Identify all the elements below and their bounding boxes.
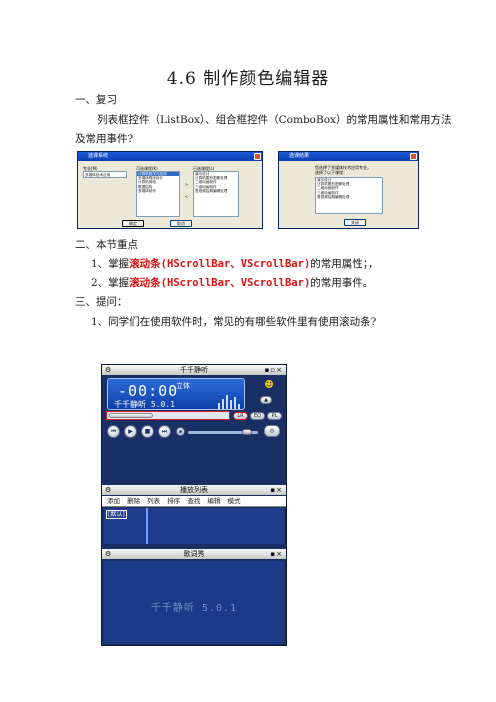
point-text: 1、掌握 bbox=[91, 258, 130, 270]
volume-thumb[interactable] bbox=[242, 429, 252, 435]
course-select-dialog: 选课系统 专业(M) 多媒体技术应用 可选课程(K) 计算机数学与应用 多媒体程… bbox=[77, 151, 263, 229]
gear-icon[interactable]: ⚙ bbox=[105, 549, 111, 559]
lyric-text: 千千静听 5.0.1 bbox=[150, 603, 238, 614]
question-1: 1、同学们在使用软件时，常见的有哪些软件里有使用滚动条? bbox=[91, 316, 377, 328]
menu-item[interactable]: 模式 bbox=[227, 496, 240, 507]
menu-item[interactable]: 删除 bbox=[127, 496, 140, 507]
time-readout: -00:00 bbox=[118, 382, 179, 400]
course-result-dialog: 选课结果 您选择了多媒体技术应用专业， 选择了以下课程： 演示设计 计算机图形图… bbox=[278, 151, 419, 229]
window-controls-icon[interactable]: ▪× bbox=[270, 485, 283, 495]
close-icon[interactable] bbox=[254, 153, 261, 160]
dialog-titlebar: 选课结果 bbox=[279, 152, 418, 161]
lyric-title: 歌词秀 bbox=[183, 550, 205, 558]
mute-icon[interactable]: ◉ bbox=[176, 427, 185, 436]
next-icon[interactable]: ⏭ bbox=[158, 425, 171, 438]
window-controls-icon[interactable]: ▪× bbox=[270, 549, 283, 559]
point-text: 2、掌握 bbox=[91, 277, 130, 289]
lyric-panel: 千千静听 5.0.1 bbox=[104, 561, 284, 643]
menu-item[interactable]: 列表 bbox=[147, 496, 160, 507]
menu-item[interactable]: 编辑 bbox=[207, 496, 220, 507]
playlist-splitter[interactable] bbox=[146, 508, 148, 544]
cd-icon[interactable]: ◎ bbox=[264, 425, 280, 437]
result-listbox[interactable]: 演示设计 计算机图形图像处理 二维动画制作 三维动画制作 音视频后期编辑处理 bbox=[315, 177, 383, 214]
dialog-title: 选课结果 bbox=[289, 153, 310, 159]
page-title: 4.6 制作颜色编辑器 bbox=[166, 69, 330, 89]
point-text: 的常用属性；， bbox=[310, 258, 379, 270]
section1-paragraph-line1: 列表框控件（ListBox）、组合框控件（ComboBox）的常用属性和常用方法 bbox=[97, 114, 452, 126]
stereo-indicator: 立体 bbox=[176, 382, 190, 390]
gear-icon[interactable]: ⚙ bbox=[105, 365, 111, 375]
player-titlebar: ⚙ 千千静听 ▪▫× bbox=[102, 365, 286, 375]
cancel-button[interactable]: 取消 bbox=[170, 220, 192, 227]
play-icon[interactable]: ▶ bbox=[124, 425, 137, 438]
playlist-menu: 添加 删除 列表 排序 查找 编辑 模式 bbox=[102, 496, 286, 507]
major-combobox[interactable]: 多媒体技术应用 bbox=[83, 171, 127, 178]
key-point-2: 2、掌握滚动条(HScrollBar、VScrollBar)的常用事件。 bbox=[91, 276, 373, 290]
previous-icon[interactable]: ⏮ bbox=[107, 425, 120, 438]
playlist-titlebar: ⚙ 播放列表 ▪× bbox=[102, 485, 286, 495]
close-icon[interactable] bbox=[410, 153, 417, 160]
ttplayer-window: ⚙ 千千静听 ▪▫× -00:00 立体 千千静听 5.0.1 ☻ ▲ LR E… bbox=[101, 364, 287, 646]
list-item[interactable]: 音视频后期编辑处理 bbox=[194, 189, 238, 193]
eject-icon[interactable]: ▲ bbox=[260, 396, 272, 404]
section1-heading: 一、复习 bbox=[75, 94, 117, 106]
result-prompt-line2: 选择了以下课程： bbox=[315, 170, 347, 175]
window-controls-icon[interactable]: ▪▫× bbox=[265, 365, 283, 375]
playlist-panel[interactable]: [默认] bbox=[104, 508, 284, 544]
point-text: 的常用事件。 bbox=[310, 277, 374, 289]
seek-scrollbar[interactable] bbox=[106, 411, 230, 420]
lyric-titlebar: ⚙ 歌词秀 ▪× bbox=[102, 549, 286, 559]
playlist-title: 播放列表 bbox=[180, 486, 208, 494]
player-title: 千千静听 bbox=[180, 366, 208, 374]
spectrum-icon bbox=[218, 391, 240, 409]
menu-item[interactable]: 查找 bbox=[187, 496, 200, 507]
stop-icon[interactable]: ■ bbox=[141, 425, 154, 438]
eq-button[interactable]: EQ bbox=[250, 412, 265, 420]
close-button[interactable]: 关闭 bbox=[344, 219, 366, 226]
dialog-title: 选课系统 bbox=[88, 153, 109, 159]
player-display: -00:00 立体 千千静听 5.0.1 bbox=[107, 378, 245, 410]
playlist-default-item[interactable]: [默认] bbox=[106, 510, 127, 519]
highlight-text: 滚动条(HScrollBar、VScrollBar) bbox=[129, 258, 311, 270]
track-name: 千千静听 5.0.1 bbox=[114, 400, 175, 409]
list-item[interactable]: 音视频后期编辑处理 bbox=[316, 195, 382, 199]
gear-icon[interactable]: ⚙ bbox=[105, 485, 111, 495]
seek-thumb[interactable] bbox=[109, 413, 153, 418]
options-listbox[interactable]: 计算机数学与应用 多媒体程序设计 计算机网络 数据结构 多媒体制作 bbox=[136, 171, 180, 217]
mascot-icon[interactable]: ☻ bbox=[262, 379, 276, 391]
pl-button[interactable]: PL bbox=[267, 412, 282, 420]
menu-item[interactable]: 添加 bbox=[107, 496, 120, 507]
list-item[interactable]: 多媒体制作 bbox=[137, 189, 179, 193]
dialog-titlebar: 选课系统 bbox=[78, 152, 262, 161]
highlight-text: 滚动条(HScrollBar、VScrollBar) bbox=[129, 277, 311, 289]
ok-button[interactable]: 确定 bbox=[122, 220, 144, 227]
section1-paragraph-line2: 及常用事件? bbox=[75, 133, 134, 145]
selected-listbox[interactable]: 演示设计 计算机图形图像处理 二维动画制作 三维动画制作 音视频后期编辑处理 bbox=[193, 171, 239, 217]
section2-heading: 二、本节重点 bbox=[75, 239, 138, 251]
key-point-1: 1、掌握滚动条(HScrollBar、VScrollBar)的常用属性；， bbox=[91, 257, 379, 271]
menu-item[interactable]: 排序 bbox=[167, 496, 180, 507]
lrc-button[interactable]: LR bbox=[233, 412, 248, 420]
section3-heading: 三、提问： bbox=[75, 296, 128, 308]
move-right-icon[interactable]: > bbox=[184, 182, 189, 187]
move-left-icon[interactable]: < bbox=[184, 194, 189, 199]
